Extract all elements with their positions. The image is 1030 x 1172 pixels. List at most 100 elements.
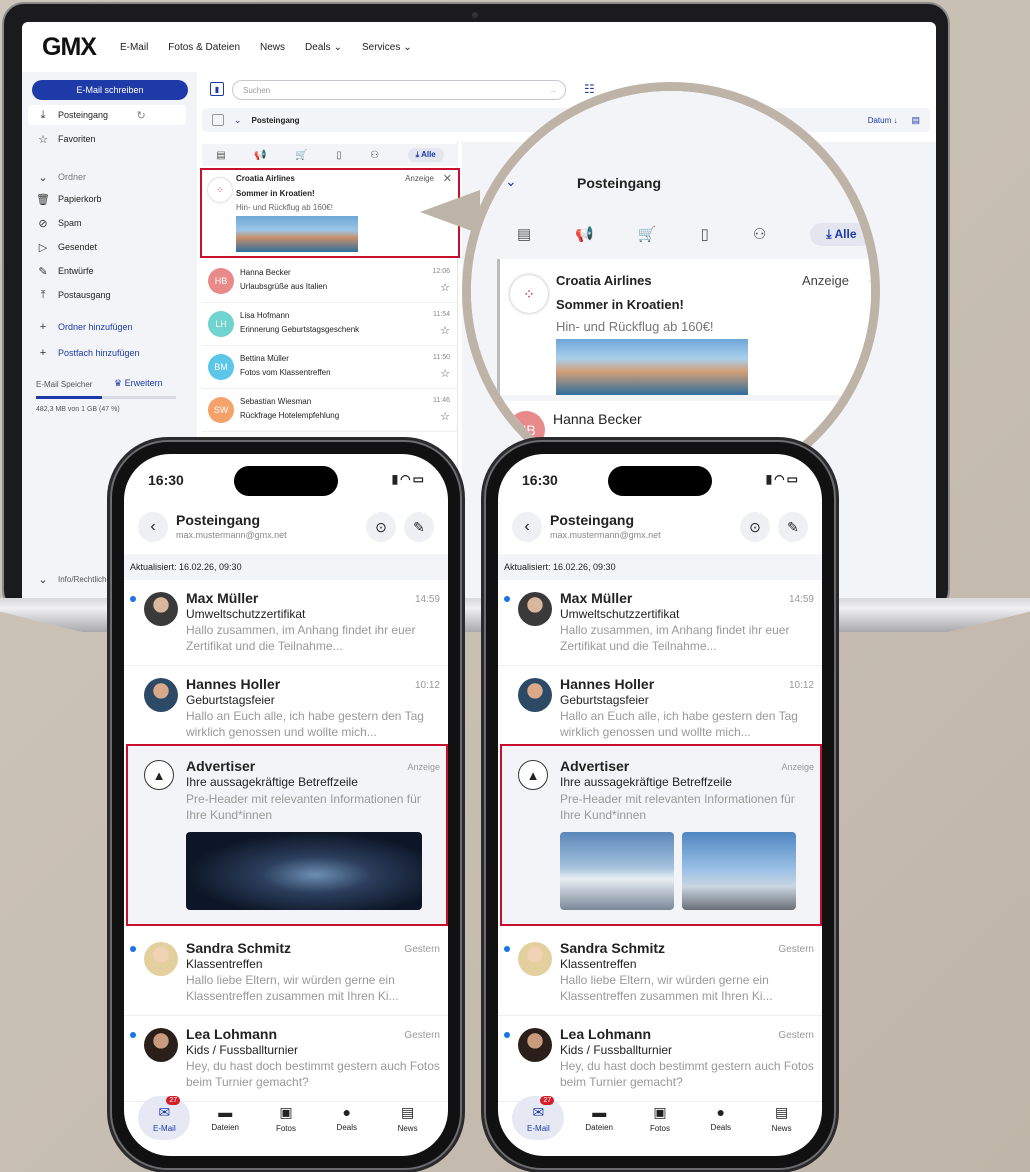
- tab-deals[interactable]: ● Deals: [321, 1096, 373, 1140]
- close-icon[interactable]: ✕: [443, 172, 452, 185]
- megaphone-icon[interactable]: 📢: [254, 150, 266, 161]
- nav-news[interactable]: News: [260, 42, 285, 53]
- lens-ad-item[interactable]: ⁘ Croatia Airlines Anzeige ✕ Sommer in K…: [497, 259, 871, 395]
- avatar: [144, 1028, 178, 1062]
- sidebar-item-trash[interactable]: 🗑 Papierkorb: [36, 192, 102, 206]
- sort-button[interactable]: Datum ↓: [868, 116, 898, 125]
- select-button[interactable]: ⊙: [366, 512, 396, 542]
- mail-row[interactable]: LH Lisa Hofmann Erinnerung Geburtstagsge…: [202, 303, 458, 346]
- news-icon: ▤: [774, 1103, 789, 1120]
- star-icon[interactable]: ☆: [440, 324, 450, 337]
- unread-dot: [130, 946, 136, 952]
- upgrade-link[interactable]: ♛ Erweitern: [114, 378, 163, 389]
- nav-photos[interactable]: Fotos & Dateien: [168, 42, 240, 53]
- list-icon[interactable]: ▤: [517, 225, 531, 243]
- social-icon[interactable]: ⚇: [370, 150, 379, 161]
- folders-header[interactable]: ⌄ Ordner: [36, 170, 86, 184]
- tab-deals[interactable]: ● Deals: [695, 1096, 747, 1140]
- sidebar-toggle-icon[interactable]: ▮: [210, 82, 224, 96]
- list-item[interactable]: Lea Lohmann Gestern Kids / Fussballturni…: [498, 1016, 822, 1102]
- plus-icon: +: [39, 347, 47, 359]
- unread-dot: [504, 1032, 510, 1038]
- phone-header: ‹ Posteingang max.mustermann@gmx.net ⊙ ✎: [124, 506, 448, 552]
- tab-files[interactable]: ▬ Dateien: [573, 1096, 625, 1140]
- sidebar-item-sent[interactable]: ▷ Gesendet: [36, 240, 97, 254]
- compose-button[interactable]: ✎: [778, 512, 808, 542]
- tab-photos[interactable]: ▣ Fotos: [634, 1096, 686, 1140]
- select-all-checkbox[interactable]: [212, 114, 224, 126]
- ad-subject: Sommer in Kroatien!: [236, 189, 315, 198]
- sidebar-item-drafts[interactable]: ✎ Entwürfe: [36, 264, 93, 278]
- tab-photos[interactable]: ▣ Fotos: [260, 1096, 312, 1140]
- tab-news[interactable]: ▤ News: [756, 1096, 808, 1140]
- mail-icon: ✉: [532, 1103, 545, 1120]
- dynamic-island: [234, 466, 338, 496]
- nav-services[interactable]: Services ⌄: [362, 42, 412, 53]
- tab-files[interactable]: ▬ Dateien: [199, 1096, 251, 1140]
- mail-row[interactable]: BM Bettina Müller Fotos vom Klassentreff…: [202, 346, 458, 389]
- add-folder-link[interactable]: + Ordner hinzufügen: [36, 320, 133, 334]
- sidebar-item-spam[interactable]: ⊘ Spam: [36, 216, 81, 230]
- megaphone-icon[interactable]: 📢: [575, 225, 594, 243]
- nav-deals[interactable]: Deals ⌄: [305, 42, 342, 53]
- mountain-icon: ▲: [518, 760, 548, 790]
- refresh-icon[interactable]: ↻: [134, 108, 148, 122]
- social-icon[interactable]: ⚇: [753, 225, 766, 243]
- star-icon[interactable]: ☆: [440, 410, 450, 423]
- sidebar-item-favorites[interactable]: ☆ Favoriten: [36, 132, 95, 146]
- mail-row[interactable]: SW Sebastian Wiesman Rückfrage Hotelempf…: [202, 389, 458, 432]
- add-mailbox-link[interactable]: + Postfach hinzufügen: [36, 346, 140, 360]
- back-button[interactable]: ‹: [138, 512, 168, 542]
- mail-preview: Hey, du hast doch bestimmt gestern auch …: [560, 1059, 814, 1089]
- sidebar-item-outbox[interactable]: ⤒ Postausgang: [36, 288, 111, 302]
- star-icon[interactable]: ☆: [440, 281, 450, 294]
- nav-email[interactable]: E-Mail: [120, 42, 148, 53]
- mail-row[interactable]: HB Hanna Becker Urlaubsgrüße aus Italien…: [202, 260, 458, 303]
- list-icon[interactable]: ▤: [216, 150, 225, 161]
- chevron-down-icon[interactable]: ⌄: [505, 173, 517, 190]
- tab-email[interactable]: ✉ 27 E-Mail: [512, 1096, 565, 1140]
- ad-from: Advertiser: [560, 758, 630, 774]
- view-icon[interactable]: ▤: [911, 115, 920, 126]
- document-icon[interactable]: ▯: [701, 225, 709, 243]
- folder-icon: ▬: [592, 1104, 607, 1120]
- select-button[interactable]: ⊙: [740, 512, 770, 542]
- ad-image-2: [682, 832, 796, 910]
- list-item[interactable]: Lea Lohmann Gestern Kids / Fussballturni…: [124, 1016, 448, 1102]
- list-item[interactable]: Sandra Schmitz Gestern Klassentreffen Ha…: [124, 930, 448, 1016]
- tab-all[interactable]: ⤓ Alle: [407, 148, 444, 162]
- mail-from: Hanna Becker: [553, 411, 642, 427]
- gmx-logo[interactable]: GMX: [42, 33, 97, 62]
- cart-icon[interactable]: 🛒: [295, 150, 307, 161]
- tab-email[interactable]: ✉ 27 E-Mail: [138, 1096, 191, 1140]
- ad-item[interactable]: ▲ Advertiser Anzeige Ihre aussagekräftig…: [126, 744, 448, 926]
- list-item[interactable]: Max Müller 14:59 Umweltschutzzertifikat …: [124, 580, 448, 666]
- document-icon[interactable]: ▯: [336, 150, 342, 161]
- compose-button[interactable]: E-Mail schreiben: [32, 80, 188, 100]
- cart-icon[interactable]: 🛒: [638, 225, 657, 243]
- mail-subject: Urlaubsgrüße aus Italien: [240, 282, 328, 291]
- sidebar-item-inbox[interactable]: ⤓ Posteingang ↻: [36, 108, 148, 122]
- mail-subject: Fotos vom Klassentreffen: [240, 368, 331, 377]
- ad-image: [186, 832, 422, 910]
- chevron-down-icon[interactable]: ⌄: [234, 115, 242, 126]
- unread-dot: [130, 1032, 136, 1038]
- list-item[interactable]: Hannes Holler 10:12 Geburtstagsfeier Hal…: [498, 666, 822, 752]
- compose-icon: ✎: [413, 518, 425, 535]
- star-icon[interactable]: ☆: [440, 367, 450, 380]
- compose-button[interactable]: ✎: [404, 512, 434, 542]
- close-icon[interactable]: ✕: [868, 269, 871, 289]
- back-button[interactable]: ‹: [512, 512, 542, 542]
- legal-link[interactable]: ⌄ Info/Rechtliches: [36, 572, 115, 586]
- tab-news[interactable]: ▤ News: [382, 1096, 434, 1140]
- list-item[interactable]: Max Müller 14:59 Umweltschutzzertifikat …: [498, 580, 822, 666]
- list-item[interactable]: Sandra Schmitz Gestern Klassentreffen Ha…: [498, 930, 822, 1016]
- tab-all[interactable]: ⤓ Alle: [810, 222, 871, 246]
- mail-from: Max Müller: [186, 590, 259, 606]
- phone-header: ‹ Posteingang max.mustermann@gmx.net ⊙ ✎: [498, 506, 822, 552]
- list-item[interactable]: Hannes Holler 10:12 Geburtstagsfeier Hal…: [124, 666, 448, 752]
- ad-preview: Hin- und Rückflug ab 160€!: [556, 319, 714, 334]
- ad-from: Croatia Airlines: [556, 273, 652, 288]
- mail-from: Lea Lohmann: [186, 1026, 278, 1042]
- ad-item[interactable]: ▲ Advertiser Anzeige Ihre aussagekräftig…: [500, 744, 822, 926]
